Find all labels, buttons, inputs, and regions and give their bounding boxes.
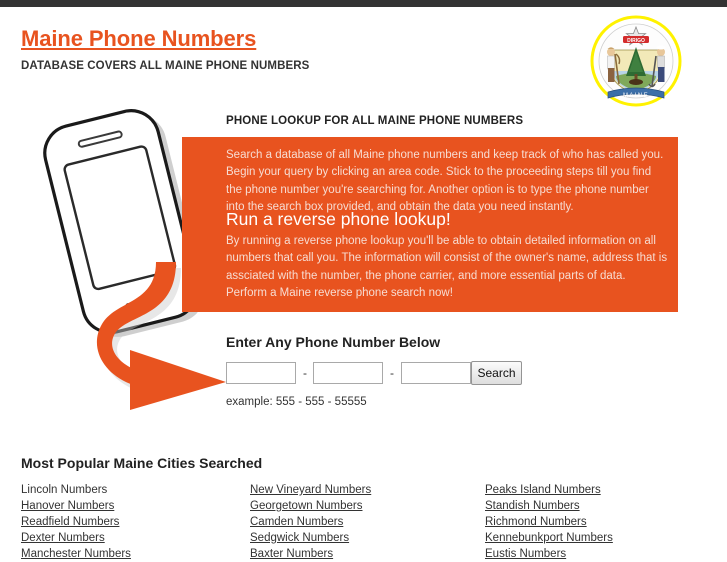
- site-title-link[interactable]: Maine Phone Numbers: [21, 26, 256, 52]
- phone-line-number-input[interactable]: [401, 362, 471, 384]
- panel-paragraph-2: By running a reverse phone lookup you'll…: [226, 235, 668, 300]
- city-link[interactable]: Richmond Numbers: [485, 514, 700, 530]
- city-link[interactable]: Georgetown Numbers: [250, 498, 465, 514]
- city-link[interactable]: Peaks Island Numbers: [485, 482, 700, 498]
- city-link[interactable]: Eustis Numbers: [485, 546, 700, 562]
- panel-subheading: Run a reverse phone lookup!: [226, 209, 451, 229]
- city-links-column-1: Lincoln Numbers Hanover Numbers Readfield …: [21, 482, 236, 562]
- city-link[interactable]: Camden Numbers: [250, 514, 465, 530]
- cities-heading: Most Popular Maine Cities Searched: [21, 455, 263, 471]
- phone-prefix-input[interactable]: [313, 362, 383, 384]
- separator-dash-2: -: [390, 366, 394, 380]
- site-tagline: DATABASE COVERS ALL MAINE PHONE NUMBERS: [21, 60, 310, 72]
- city-link[interactable]: Sedgwick Numbers: [250, 530, 465, 546]
- city-link[interactable]: New Vineyard Numbers: [250, 482, 465, 498]
- city-link[interactable]: Kennebunkport Numbers: [485, 530, 700, 546]
- city-links-column-2: New Vineyard Numbers Georgetown Numbers Ca…: [250, 482, 465, 562]
- phone-search-form: - - Search: [226, 361, 526, 388]
- search-example-text: example: 555 - 555 - 55555: [226, 396, 367, 408]
- lookup-info-panel: Search a database of all Maine phone num…: [182, 137, 678, 312]
- city-link[interactable]: Dexter Numbers: [21, 530, 236, 546]
- svg-text:DIRIGO: DIRIGO: [627, 38, 645, 44]
- city-links-column-3: Peaks Island Numbers Standish Numbers Rich…: [485, 482, 700, 562]
- top-bar: [0, 0, 727, 7]
- svg-text:MAINE: MAINE: [623, 93, 649, 99]
- city-link[interactable]: Manchester Numbers: [21, 546, 236, 562]
- search-button[interactable]: Search: [471, 361, 522, 385]
- city-link[interactable]: Readfield Numbers: [21, 514, 236, 530]
- city-link[interactable]: Standish Numbers: [485, 498, 700, 514]
- panel-paragraph-1: Search a database of all Maine phone num…: [226, 149, 664, 214]
- city-link[interactable]: Baxter Numbers: [250, 546, 465, 562]
- separator-dash-1: -: [303, 366, 307, 380]
- lookup-heading: PHONE LOOKUP FOR ALL MAINE PHONE NUMBERS: [226, 115, 524, 127]
- city-link[interactable]: Lincoln Numbers: [21, 482, 236, 498]
- phone-area-code-input[interactable]: [226, 362, 296, 384]
- city-link[interactable]: Hanover Numbers: [21, 498, 236, 514]
- maine-state-seal-icon: DIRIGO MAINE: [586, 14, 686, 108]
- page-body: Maine Phone Numbers DATABASE COVERS ALL …: [0, 7, 727, 560]
- site-header: Maine Phone Numbers DATABASE COVERS ALL …: [0, 7, 727, 107]
- search-form-heading: Enter Any Phone Number Below: [226, 334, 441, 350]
